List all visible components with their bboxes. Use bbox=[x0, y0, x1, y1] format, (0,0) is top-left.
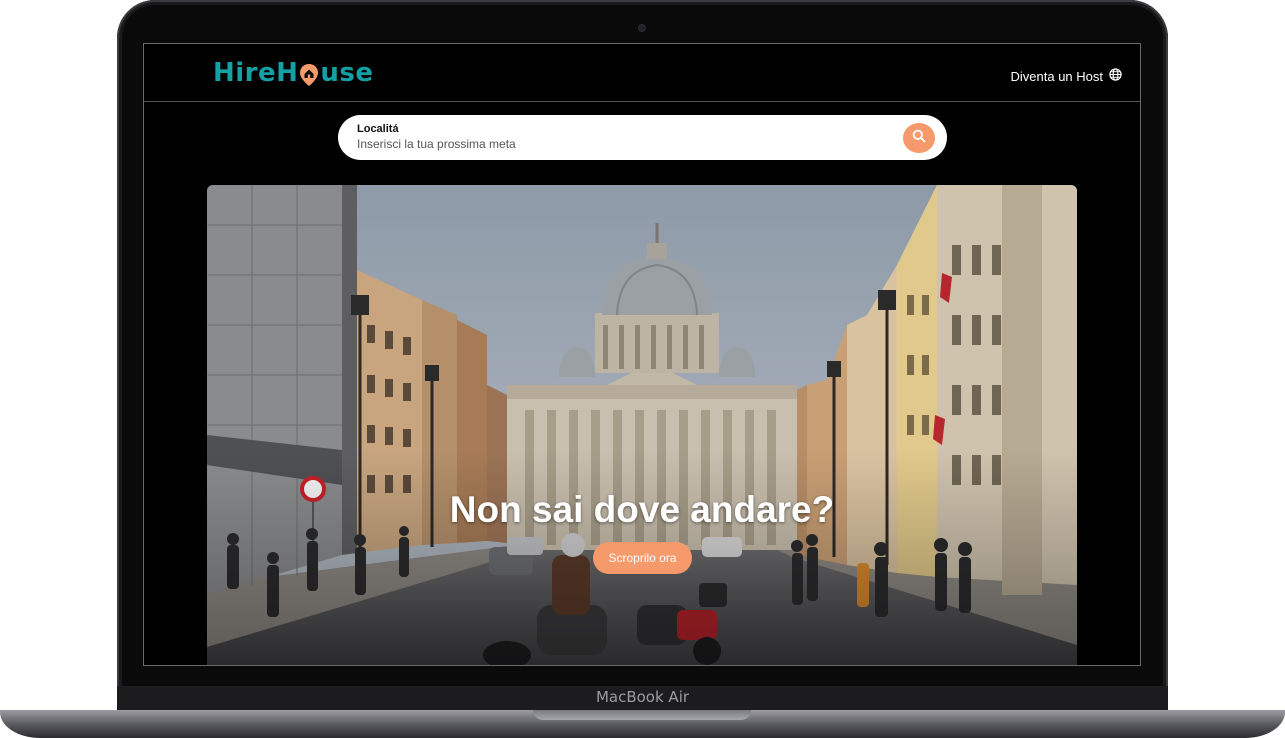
become-host-link[interactable]: Diventa un Host bbox=[1011, 68, 1123, 84]
search-label: Localitá bbox=[357, 123, 399, 135]
site-logo[interactable]: HireH use bbox=[213, 58, 374, 88]
become-host-label: Diventa un Host bbox=[1010, 68, 1104, 84]
house-pin-icon bbox=[299, 63, 319, 87]
webcam bbox=[639, 25, 645, 31]
search-button[interactable] bbox=[903, 123, 935, 153]
hero-title: Non sai dove andare? bbox=[449, 489, 835, 530]
navbar: HireH use Diventa un Host bbox=[144, 44, 1140, 102]
globe-icon bbox=[1109, 68, 1122, 84]
logo-text-left: HireH bbox=[213, 58, 299, 88]
search-bar: Localitá bbox=[338, 115, 947, 160]
device-label: MacBook Air bbox=[595, 688, 690, 706]
search-icon bbox=[912, 129, 926, 148]
hero-section: Non sai dove andare? Scroprilo ora bbox=[207, 185, 1077, 665]
hero-photo bbox=[207, 185, 1077, 665]
location-search-input[interactable] bbox=[357, 137, 877, 151]
laptop-notch bbox=[533, 710, 751, 720]
discover-button[interactable]: Scroprilo ora bbox=[593, 542, 692, 574]
logo-text-right: use bbox=[320, 58, 374, 88]
browser-screen: HireH use Diventa un Host Localitá Inser… bbox=[143, 43, 1141, 666]
